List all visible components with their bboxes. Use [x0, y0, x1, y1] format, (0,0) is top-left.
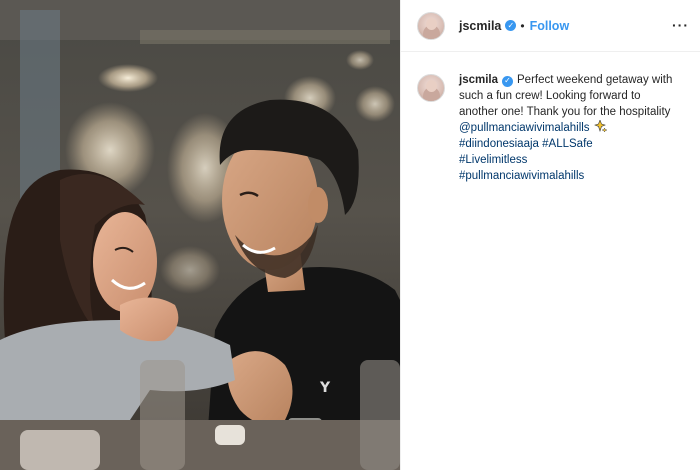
- post-header: jscmila ✓ • Follow ···: [401, 0, 700, 52]
- more-options-icon[interactable]: ···: [672, 17, 689, 33]
- hashtag-line: #diindonesiaaja #ALLSafe: [459, 138, 593, 150]
- caption-avatar[interactable]: [417, 74, 445, 102]
- hashtag-link[interactable]: #Livelimitless: [459, 152, 679, 168]
- post-photo-illustration: Y: [0, 0, 400, 470]
- mention-link[interactable]: @pullmanciawivimalahills: [459, 120, 679, 136]
- caption-text: jscmila ✓ Perfect weekend getaway with suc…: [459, 72, 679, 184]
- post-photo[interactable]: Y: [0, 0, 400, 470]
- post-sidebar: jscmila ✓ • Follow ··· jscmila ✓ Perfect w…: [400, 0, 700, 470]
- header-username[interactable]: jscmila: [459, 19, 501, 33]
- post-caption: jscmila ✓ Perfect weekend getaway with suc…: [417, 72, 687, 184]
- verified-badge-icon: ✓: [502, 75, 513, 87]
- hashtag-link[interactable]: #ALLSafe: [542, 138, 593, 150]
- sparkles-emoji-icon: [593, 120, 607, 132]
- hashtag-link[interactable]: #diindonesiaaja: [459, 138, 539, 150]
- hashtag-link[interactable]: #pullmanciawivimalahills: [459, 168, 679, 184]
- avatar[interactable]: [417, 11, 445, 40]
- mention-text[interactable]: @pullmanciawivimalahills: [459, 122, 590, 134]
- caption-username[interactable]: jscmila: [459, 74, 498, 86]
- follow-button[interactable]: Follow: [530, 19, 570, 33]
- header-separator: •: [520, 18, 525, 33]
- verified-badge-icon: ✓: [505, 20, 517, 31]
- svg-text:Y: Y: [319, 380, 331, 396]
